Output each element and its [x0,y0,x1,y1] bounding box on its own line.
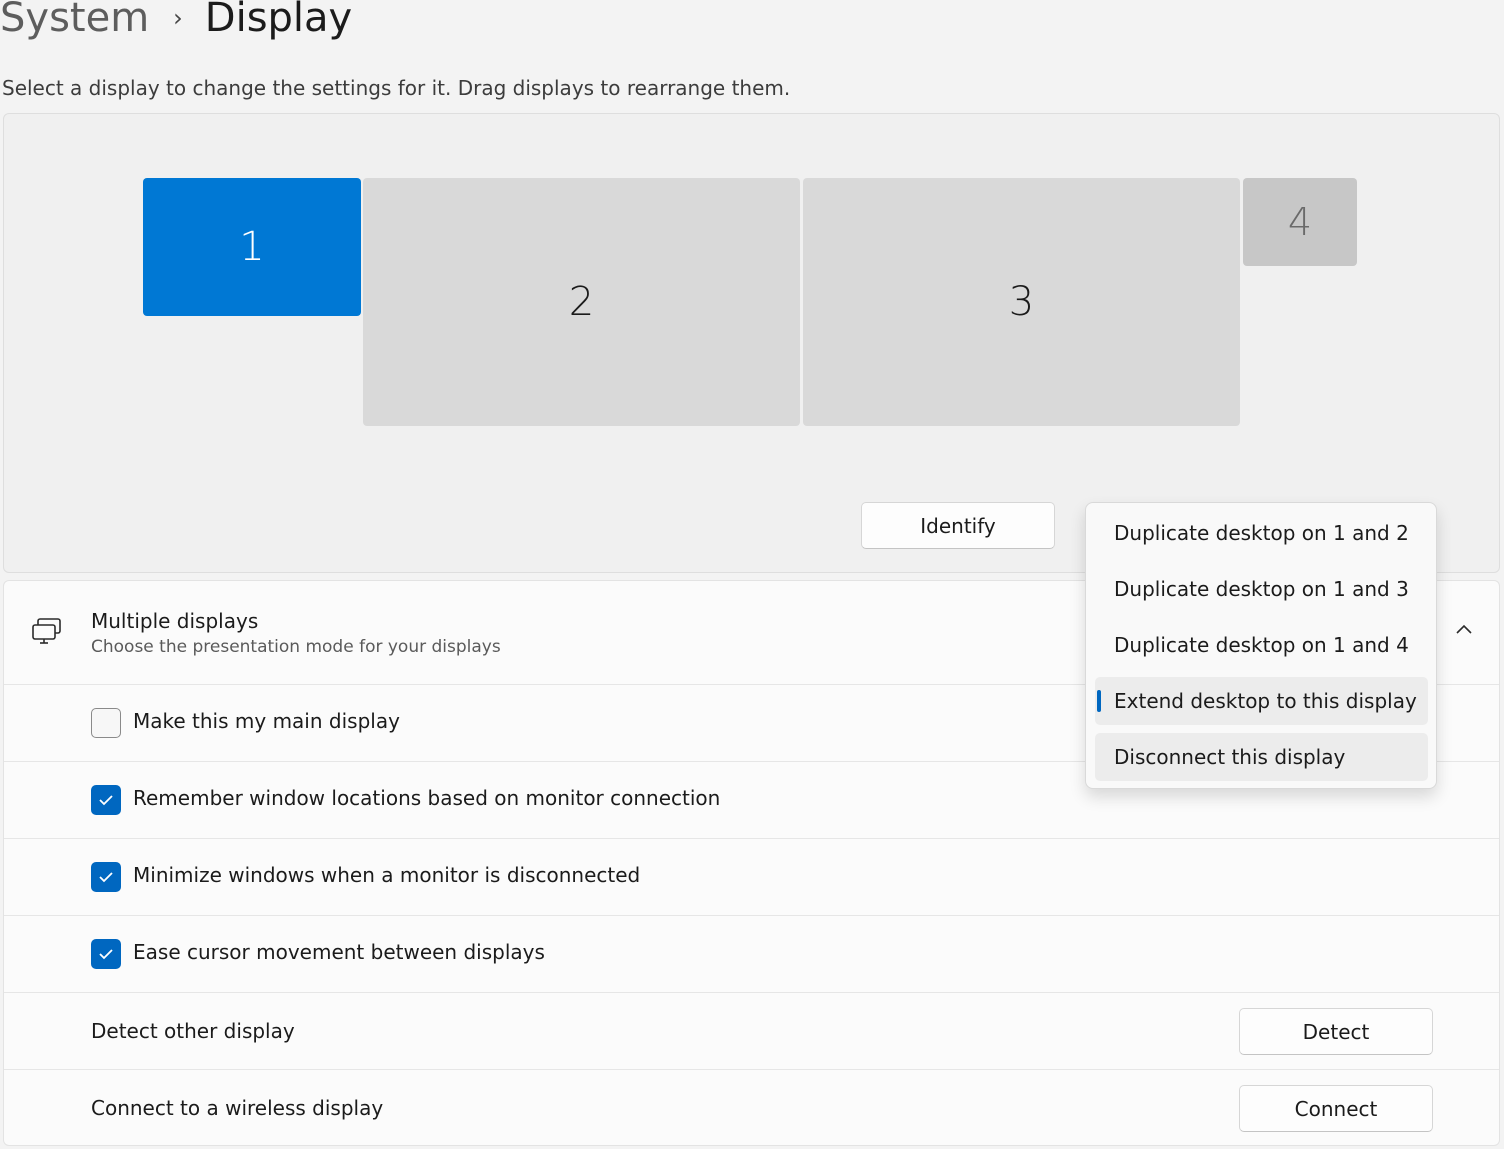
monitor-3[interactable]: 3 [803,178,1240,426]
breadcrumb: System › Display [0,0,352,48]
detect-display-row: Detect other display Detect [4,992,1499,1069]
dropdown-option-extend-label: Extend desktop to this display [1114,689,1417,713]
dropdown-option-duplicate-1-4[interactable]: Duplicate desktop on 1 and 4 [1095,621,1428,669]
ease-cursor-row: Ease cursor movement between displays [4,915,1499,992]
main-display-checkbox[interactable] [91,708,121,738]
ease-cursor-checkbox[interactable] [91,939,121,969]
multiple-displays-title: Multiple displays [91,609,259,633]
breadcrumb-separator-icon: › [173,4,183,32]
minimize-windows-label[interactable]: Minimize windows when a monitor is disco… [133,863,640,887]
dropdown-option-duplicate-1-3[interactable]: Duplicate desktop on 1 and 3 [1095,565,1428,613]
checkmark-icon [99,872,113,883]
connect-button[interactable]: Connect [1239,1085,1433,1132]
breadcrumb-system-link[interactable]: System [0,0,149,41]
main-display-label[interactable]: Make this my main display [133,709,400,733]
checkmark-icon [99,795,113,806]
checkmark-icon [99,949,113,960]
multiple-displays-description: Choose the presentation mode for your di… [91,637,501,657]
dropdown-option-disconnect[interactable]: Disconnect this display [1095,733,1428,781]
presentation-mode-dropdown: Duplicate desktop on 1 and 2 Duplicate d… [1085,502,1437,789]
identify-button[interactable]: Identify [861,502,1055,549]
multiple-displays-icon [32,618,61,644]
chevron-up-icon[interactable] [1454,621,1474,637]
minimize-windows-row: Minimize windows when a monitor is disco… [4,838,1499,915]
monitor-1[interactable]: 1 [143,178,361,316]
page-description: Select a display to change the settings … [2,76,791,100]
selection-indicator [1097,690,1101,712]
dropdown-option-extend[interactable]: Extend desktop to this display [1095,677,1428,725]
dropdown-option-duplicate-1-2[interactable]: Duplicate desktop on 1 and 2 [1095,509,1428,557]
remember-windows-label[interactable]: Remember window locations based on monit… [133,786,720,810]
monitor-4[interactable]: 4 [1243,178,1357,266]
minimize-windows-checkbox[interactable] [91,862,121,892]
wireless-display-label: Connect to a wireless display [91,1096,384,1120]
detect-button[interactable]: Detect [1239,1008,1433,1055]
page-title: Display [204,0,353,41]
remember-windows-checkbox[interactable] [91,785,121,815]
monitor-2[interactable]: 2 [363,178,800,426]
detect-display-label: Detect other display [91,1019,295,1043]
ease-cursor-label[interactable]: Ease cursor movement between displays [133,940,545,964]
wireless-display-row: Connect to a wireless display Connect [4,1069,1499,1145]
